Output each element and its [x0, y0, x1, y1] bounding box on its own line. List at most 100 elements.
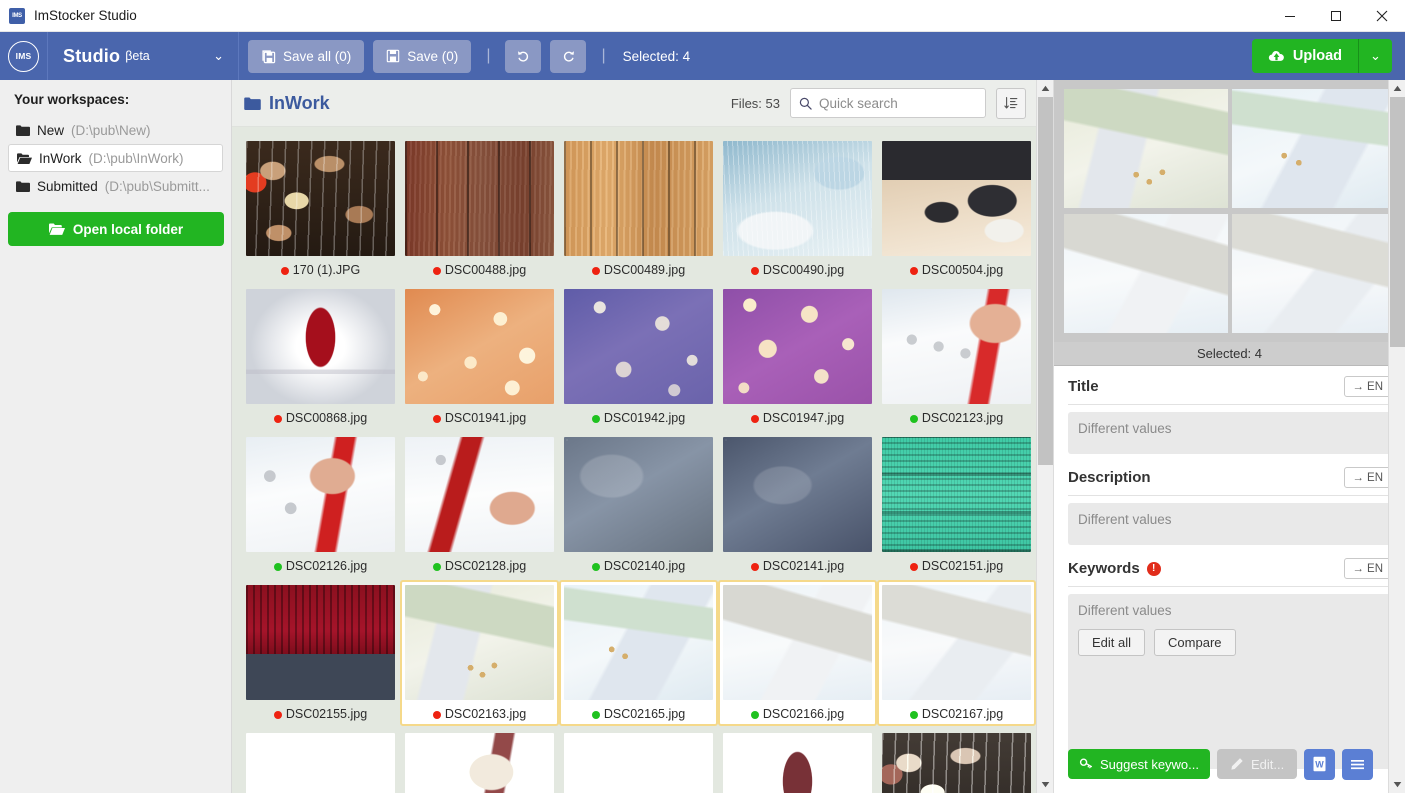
thumbnail-cell[interactable]: DSC02151.jpg [877, 432, 1036, 580]
thumbnail-cell[interactable]: DSC02165.jpg [559, 580, 718, 728]
thumbnail-image[interactable] [882, 585, 1031, 700]
scrollbar-thumb[interactable] [1037, 97, 1053, 465]
title-input[interactable]: Different values [1068, 412, 1391, 454]
save-all-button[interactable]: Save all (0) [248, 39, 365, 73]
export-word-button[interactable]: W [1304, 748, 1336, 780]
thumbnail-image[interactable] [405, 585, 554, 700]
thumbnail-cell[interactable]: DSC02140.jpg [559, 432, 718, 580]
edit-button[interactable]: Edit... [1217, 749, 1298, 779]
metadata-panel-scrollbar[interactable] [1388, 80, 1405, 793]
close-button[interactable] [1359, 0, 1405, 31]
description-input[interactable]: Different values [1068, 503, 1391, 545]
minimize-button[interactable] [1267, 0, 1313, 31]
search-icon [799, 97, 812, 110]
thumbnail-image[interactable] [882, 733, 1031, 793]
thumbnail-image[interactable] [564, 141, 713, 256]
thumbnail-grid-scroll-area[interactable]: 170 (1).JPG DSC00488.jpg DSC00489.jpg DSC00… [232, 127, 1036, 793]
thumbnail-image[interactable] [405, 733, 554, 793]
thumbnail-image[interactable] [405, 437, 554, 552]
thumbnail-image[interactable] [723, 289, 872, 404]
compare-button[interactable]: Compare [1154, 629, 1236, 656]
scrollbar-track[interactable] [1037, 97, 1054, 776]
thumbnail-cell[interactable] [241, 728, 400, 793]
thumbnail-cell[interactable]: DSC00868.jpg [241, 284, 400, 432]
thumbnail-image[interactable] [564, 585, 713, 700]
quick-search-box[interactable] [790, 88, 986, 118]
thumbnail-cell[interactable]: DSC02141.jpg [718, 432, 877, 580]
thumbnail-image[interactable] [564, 733, 713, 793]
thumbnail-cell[interactable] [400, 728, 559, 793]
sidebar-item-inwork[interactable]: InWork (D:\pub\InWork) [8, 144, 223, 172]
preview-image[interactable] [1064, 89, 1228, 208]
thumbnail-cell[interactable]: DSC01942.jpg [559, 284, 718, 432]
thumbnail-cell[interactable]: DSC02155.jpg [241, 580, 400, 728]
save-button[interactable]: Save (0) [373, 39, 472, 73]
upload-dropdown-button[interactable]: ⌄ [1358, 39, 1392, 73]
title-translate-button[interactable]: → EN [1344, 376, 1391, 397]
product-selector[interactable]: Studio βeta ⌄ [48, 32, 238, 80]
thumbnail-cell[interactable]: DSC02166.jpg [718, 580, 877, 728]
thumbnail-image[interactable] [723, 585, 872, 700]
suggest-keywords-button[interactable]: Suggest keywo... [1068, 749, 1210, 779]
thumbnail-image[interactable] [882, 437, 1031, 552]
sort-button[interactable] [996, 87, 1026, 119]
undo-button[interactable] [505, 39, 542, 73]
scrollbar-thumb[interactable] [1389, 97, 1405, 347]
panel-menu-button[interactable] [1342, 748, 1374, 780]
thumbnail-caption: DSC02128.jpg [405, 552, 554, 573]
preview-image[interactable] [1231, 89, 1395, 208]
thumbnail-image[interactable] [564, 289, 713, 404]
thumbnail-image[interactable] [723, 437, 872, 552]
thumbnail-cell-inner: DSC02128.jpg [400, 432, 559, 578]
thumbnail-image[interactable] [723, 141, 872, 256]
edit-all-button[interactable]: Edit all [1078, 629, 1146, 656]
thumbnail-cell[interactable]: DSC00504.jpg [877, 136, 1036, 284]
thumbnail-image[interactable] [246, 585, 395, 700]
keywords-translate-button[interactable]: → EN [1344, 558, 1391, 579]
sidebar-item-submitted[interactable]: Submitted (D:\pub\Submitt... [8, 172, 223, 200]
keywords-input[interactable]: Different values Edit all Compare [1068, 594, 1391, 769]
maximize-button[interactable] [1313, 0, 1359, 31]
thumbnail-cell[interactable] [877, 728, 1036, 793]
thumbnail-cell[interactable]: DSC01941.jpg [400, 284, 559, 432]
thumbnail-image[interactable] [882, 289, 1031, 404]
thumbnail-image[interactable] [405, 289, 554, 404]
preview-image[interactable] [1064, 214, 1228, 333]
status-dot-green [750, 710, 759, 719]
scroll-up-arrow-icon[interactable] [1389, 80, 1405, 97]
thumbnail-image[interactable] [564, 437, 713, 552]
thumbnail-cell[interactable]: DSC02167.jpg [877, 580, 1036, 728]
thumbnail-cell[interactable]: DSC02163.jpg [400, 580, 559, 728]
thumbnail-image[interactable] [882, 141, 1031, 256]
thumbnail-cell[interactable] [718, 728, 877, 793]
redo-button[interactable] [550, 39, 587, 73]
upload-button[interactable]: Upload [1251, 39, 1358, 73]
thumbnail-cell[interactable]: 170 (1).JPG [241, 136, 400, 284]
scroll-up-arrow-icon[interactable] [1037, 80, 1054, 97]
thumbnail-cell[interactable]: DSC00490.jpg [718, 136, 877, 284]
workspaces-heading: Your workspaces: [14, 92, 130, 107]
thumbnail-image[interactable] [723, 733, 872, 793]
thumbnail-image[interactable] [246, 289, 395, 404]
thumbnail-cell[interactable]: DSC01947.jpg [718, 284, 877, 432]
thumbnail-image[interactable] [246, 733, 395, 793]
description-translate-button[interactable]: → EN [1344, 467, 1391, 488]
thumbnail-image[interactable] [246, 141, 395, 256]
scroll-down-arrow-icon[interactable] [1389, 776, 1405, 793]
thumbnail-cell[interactable]: DSC02128.jpg [400, 432, 559, 580]
metadata-panel: Selected: 4 Title → EN Different values … [1053, 80, 1405, 793]
thumbnail-cell[interactable]: DSC02126.jpg [241, 432, 400, 580]
thumbnail-cell[interactable]: DSC00488.jpg [400, 136, 559, 284]
sidebar-item-new[interactable]: New (D:\pub\New) [8, 116, 223, 144]
thumbnail-cell[interactable] [559, 728, 718, 793]
open-local-folder-button[interactable]: Open local folder [8, 212, 224, 246]
scroll-down-arrow-icon[interactable] [1037, 776, 1054, 793]
thumbnail-cell[interactable]: DSC00489.jpg [559, 136, 718, 284]
scrollbar-track[interactable] [1389, 97, 1405, 776]
search-input[interactable] [819, 95, 977, 111]
thumbnail-cell[interactable]: DSC02123.jpg [877, 284, 1036, 432]
center-vertical-scrollbar[interactable] [1036, 80, 1053, 793]
thumbnail-image[interactable] [405, 141, 554, 256]
preview-image[interactable] [1231, 214, 1395, 333]
thumbnail-image[interactable] [246, 437, 395, 552]
